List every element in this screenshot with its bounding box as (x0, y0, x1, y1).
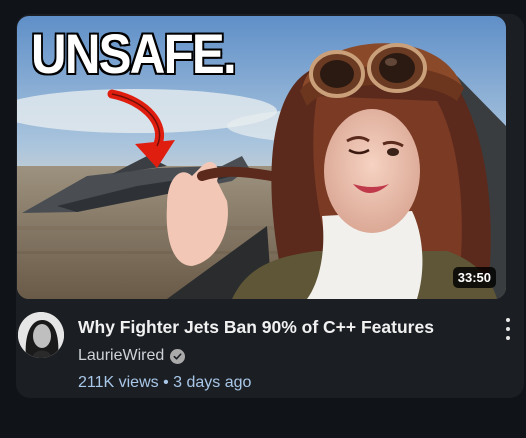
channel-name[interactable]: LaurieWired (78, 345, 164, 367)
verified-check-icon (170, 348, 186, 364)
meta-separator: • (163, 374, 169, 391)
view-count: 211K views (78, 374, 159, 391)
video-title[interactable]: Why Fighter Jets Ban 90% of C++ Features (78, 316, 478, 338)
video-thumbnail[interactable]: UNSAFE. 33:50 (17, 16, 506, 299)
duration-badge: 33:50 (452, 267, 496, 288)
channel-info[interactable]: LaurieWired (78, 345, 186, 367)
avatar-image (18, 312, 64, 358)
thumbnail-caption: UNSAFE. (30, 22, 238, 85)
video-metadata: 211K views • 3 days ago (78, 372, 251, 394)
channel-avatar[interactable] (18, 312, 64, 358)
upload-age: 3 days ago (173, 374, 252, 391)
more-vertical-icon[interactable] (498, 316, 518, 342)
